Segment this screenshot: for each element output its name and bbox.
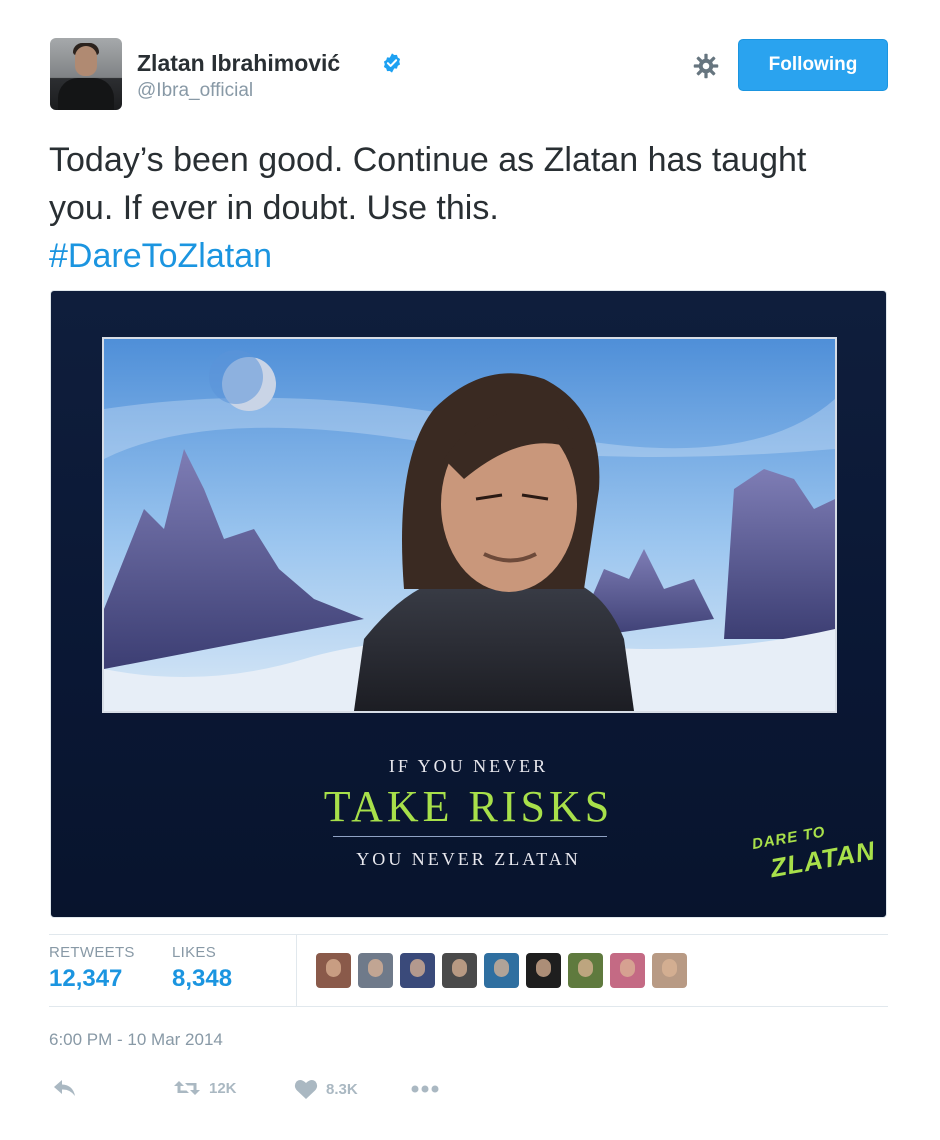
stats-divider-bottom [49,1006,888,1007]
liker-avatar[interactable] [316,953,351,988]
likes-count: 8,348 [172,965,233,992]
poster-line-main: TAKE RISKS [323,782,614,831]
liker-avatar[interactable] [610,953,645,988]
retweets-count: 12,347 [49,965,123,992]
gear-icon[interactable] [692,52,720,80]
tweet-timestamp[interactable]: 6:00 PM - 10 Mar 2014 [49,1030,223,1050]
retweet-icon [174,1081,200,1095]
liker-avatar[interactable] [358,953,393,988]
liker-avatar[interactable] [442,953,477,988]
liker-avatar[interactable] [568,953,603,988]
poster-landscape-image [104,339,835,711]
heart-icon [294,1080,318,1099]
liker-avatars [316,953,687,989]
like-count: 8.3K [326,1080,358,1098]
likes-stat[interactable]: LIKES 8,348 [172,944,232,993]
retweet-count: 12K [209,1079,237,1097]
likes-label: LIKES [172,944,217,961]
poster-line-top: IF YOU NEVER [388,756,549,776]
hashtag-link[interactable]: #DareToZlatan [49,237,272,275]
retweet-button[interactable]: 12K [173,1078,237,1098]
following-button[interactable]: Following [738,39,888,91]
liker-avatar[interactable] [484,953,519,988]
liker-avatar[interactable] [526,953,561,988]
reply-icon [54,1080,75,1096]
retweets-label: RETWEETS [49,944,135,961]
avatar[interactable] [50,38,122,110]
tweet-media[interactable]: IF YOU NEVER TAKE RISKS YOU NEVER ZLATAN… [50,290,887,918]
poster-divider [333,836,607,837]
more-icon [411,1085,439,1093]
tweet-body: Today’s been good. Continue as Zlatan ha… [49,141,807,227]
retweets-stat[interactable]: RETWEETS 12,347 [49,944,135,993]
like-button[interactable]: 8.3K [294,1078,358,1100]
poster-photo-frame [102,337,837,713]
stats-divider-vertical [296,934,297,1006]
avatar-head [75,46,97,76]
liker-avatar[interactable] [652,953,687,988]
reply-button[interactable] [52,1078,78,1098]
verified-badge-icon [383,53,401,73]
tweet-text: Today’s been good. Continue as Zlatan ha… [49,136,869,280]
author-name[interactable]: Zlatan Ibrahimović [137,50,340,77]
stats-divider-top [49,934,888,935]
more-button[interactable] [410,1084,440,1094]
avatar-body [58,78,114,110]
liker-avatar[interactable] [400,953,435,988]
author-handle[interactable]: @Ibra_official [137,80,253,102]
